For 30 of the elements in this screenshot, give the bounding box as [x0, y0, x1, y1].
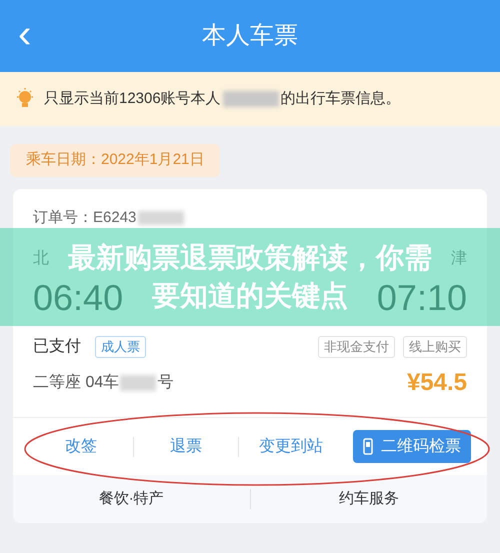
ticket-type-tag: 成人票	[95, 336, 146, 358]
departure-station: 北	[33, 248, 49, 269]
action-link[interactable]: 变更到站	[259, 434, 323, 458]
service-link[interactable]: 约车服务	[338, 488, 399, 510]
blurred-number-mask	[138, 210, 184, 225]
phone-icon	[363, 438, 373, 455]
blurred-seat-mask	[120, 375, 156, 391]
notice-text: 的出行车票信息。	[280, 88, 401, 109]
page-title: 本人车票	[202, 21, 298, 51]
back-button[interactable]: ‹	[14, 16, 36, 52]
payment-status: 已支付	[33, 336, 81, 357]
action-link[interactable]: 退票	[170, 434, 202, 458]
seat-info: 号	[157, 373, 174, 393]
banner-title-line: 最新购票退票政策解读，你需	[68, 241, 432, 275]
info-tag: 线上购买	[403, 336, 467, 358]
service-link[interactable]: 餐饮·特产	[98, 488, 164, 510]
travel-date-pill: 乘车日期：2022年1月21日	[10, 144, 220, 176]
light-bulb-icon	[16, 88, 34, 110]
seat-info: 二等座 04车	[33, 372, 120, 393]
action-link[interactable]: 改签	[65, 434, 97, 458]
arrival-time: 07:10	[376, 276, 467, 320]
blurred-name-mask	[222, 91, 279, 107]
qr-check-in-button[interactable]: 二维码检票	[353, 430, 471, 463]
departure-time: 06:40	[33, 276, 124, 320]
arrival-station: 津	[451, 248, 467, 269]
notice-text: 只显示当前12306账号本人	[44, 88, 221, 109]
order-number: 订单号：E6243	[33, 208, 136, 228]
banner-title-line: 要知道的关键点	[152, 279, 348, 313]
ticket-price: ¥54.5	[406, 368, 467, 398]
info-tag: 非现金支付	[318, 336, 395, 358]
